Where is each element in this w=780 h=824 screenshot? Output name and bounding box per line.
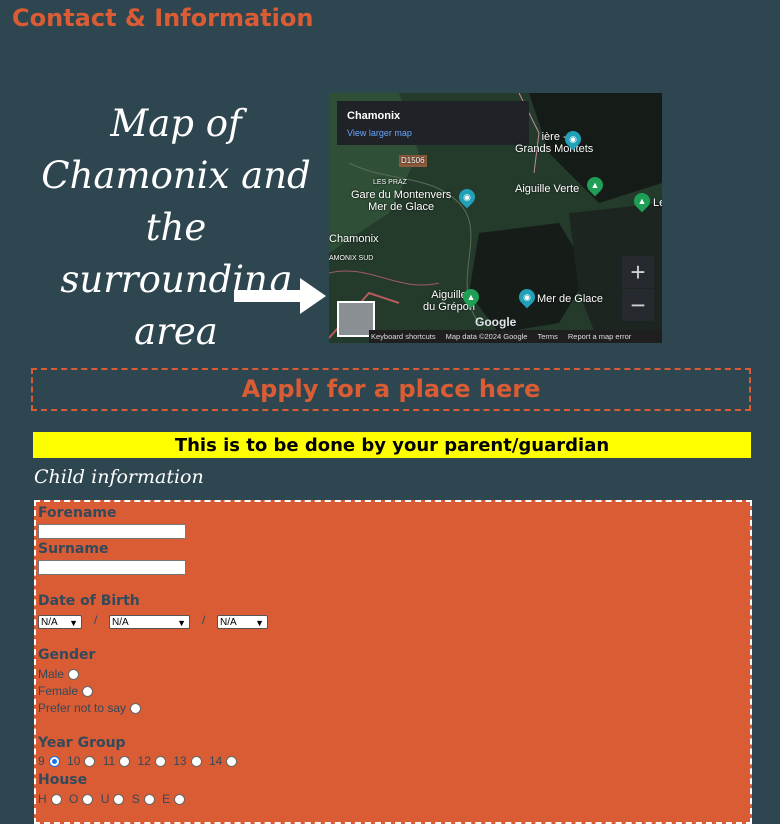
map-pin-aiguille-grepon[interactable]: ▲ xyxy=(459,285,483,309)
map-place-name: Chamonix xyxy=(347,110,401,122)
map-pin-grands-montets[interactable]: ◉ xyxy=(561,127,585,151)
year-group-option-label: 12 xyxy=(137,754,151,768)
radio-button[interactable] xyxy=(84,756,96,768)
house-option-label: U xyxy=(100,792,110,806)
map-label-mer-de-glace: Mer de Glace xyxy=(537,293,604,305)
map-caption: Map of Chamonix and the surrounding area xyxy=(41,102,311,353)
year-group-option[interactable]: 13 xyxy=(173,754,205,768)
year-group-option-label: 13 xyxy=(173,754,187,768)
dob-month-value: N/A xyxy=(112,617,129,628)
house-option-label: O xyxy=(69,792,79,806)
google-logo: Google xyxy=(475,315,517,329)
radio-button[interactable] xyxy=(226,756,238,768)
house-option[interactable]: U xyxy=(101,792,129,806)
gender-option-prefer-not[interactable]: Prefer not to say xyxy=(38,701,145,715)
forename-input[interactable] xyxy=(38,524,186,539)
dob-year-value: N/A xyxy=(220,617,237,628)
year-group-option[interactable]: 14 xyxy=(209,754,241,768)
year-group-option-label: 11 xyxy=(102,754,116,768)
house-option[interactable]: H xyxy=(38,792,66,806)
map-label-les-praz: LES PRAZ xyxy=(373,179,407,186)
gender-option-male[interactable]: Male xyxy=(38,667,83,681)
year-group-option-label: 14 xyxy=(208,754,223,768)
dob-day-select[interactable]: N/A ▼ xyxy=(38,615,82,629)
radio-button[interactable] xyxy=(82,794,94,806)
map-label-chamonix: Chamonix xyxy=(329,233,379,245)
year-group-label: Year Group xyxy=(38,735,126,751)
house-option[interactable]: O xyxy=(69,792,97,806)
year-group-options: 9 10 11 12 13 14 xyxy=(38,754,241,768)
zoom-in-button[interactable]: + xyxy=(622,256,654,288)
year-group-option[interactable]: 11 xyxy=(103,754,134,768)
map-label-le: Le xyxy=(653,197,662,209)
house-option[interactable]: E xyxy=(162,792,189,806)
house-option[interactable]: S xyxy=(132,792,159,806)
radio-button[interactable] xyxy=(143,794,155,806)
radio-button[interactable] xyxy=(68,669,80,681)
radio-button[interactable] xyxy=(113,794,125,806)
view-larger-map-link[interactable]: View larger map xyxy=(347,128,412,138)
dob-year-select[interactable]: N/A ▼ xyxy=(217,615,268,629)
radio-button[interactable] xyxy=(130,703,142,715)
radio-button[interactable] xyxy=(48,756,60,768)
map-pin-aiguille-verte[interactable]: ▲ xyxy=(583,173,607,197)
dob-month-select[interactable]: N/A ▼ xyxy=(109,615,190,629)
date-separator: / xyxy=(202,613,206,627)
radio-button[interactable] xyxy=(154,756,166,768)
map-label-chamonix-sud: AMONIX SUD xyxy=(329,255,374,262)
terms-link[interactable]: Terms xyxy=(537,330,557,343)
page-title: Contact & Information xyxy=(12,4,314,32)
map-pin-montenvers[interactable]: ◉ xyxy=(455,185,479,209)
radio-button[interactable] xyxy=(82,686,94,698)
map-footer: Keyboard shortcuts Map data ©2024 Google… xyxy=(369,330,662,343)
map-data-text: Map data ©2024 Google xyxy=(445,332,528,341)
map-label-grands-montets: ière - Grands Montets xyxy=(515,131,593,155)
gender-option-female[interactable]: Female xyxy=(38,684,97,698)
year-group-option-label: 10 xyxy=(67,754,81,768)
house-option-label: H xyxy=(38,792,47,806)
map-embed[interactable]: Chamonix View larger map D1506 LES PRAZ … xyxy=(329,93,662,343)
chevron-down-icon: ▼ xyxy=(255,618,264,628)
zoom-out-button[interactable]: − xyxy=(622,289,654,321)
map-infobox: Chamonix View larger map xyxy=(337,101,529,145)
dob-day-value: N/A xyxy=(41,617,58,628)
dob-label: Date of Birth xyxy=(38,593,140,609)
gender-option-label: Female xyxy=(38,684,79,698)
date-separator: / xyxy=(94,613,98,627)
map-pin-le[interactable]: ▲ xyxy=(630,189,654,213)
radio-button[interactable] xyxy=(190,756,202,768)
apply-link[interactable]: Apply for a place here xyxy=(31,368,751,411)
house-label: House xyxy=(38,772,88,788)
gender-label: Gender xyxy=(38,647,96,663)
chevron-down-icon: ▼ xyxy=(177,618,186,628)
gender-option-label: Prefer not to say xyxy=(38,701,127,715)
radio-button[interactable] xyxy=(119,756,131,768)
house-option-label: E xyxy=(162,792,171,806)
house-options: H O U S E xyxy=(38,792,189,806)
child-info-heading: Child information xyxy=(34,466,204,488)
radio-button[interactable] xyxy=(50,794,62,806)
map-label-montenvers: Gare du Montenvers Mer de Glace xyxy=(351,189,452,213)
parent-guardian-banner: This is to be done by your parent/guardi… xyxy=(33,432,751,458)
year-group-option[interactable]: 9 xyxy=(38,754,64,768)
year-group-option[interactable]: 12 xyxy=(138,754,170,768)
application-form: Forename Surname Date of Birth N/A ▼ / N/… xyxy=(34,500,752,824)
surname-input[interactable] xyxy=(38,560,186,575)
chevron-down-icon: ▼ xyxy=(69,618,78,628)
map-pin-mer-de-glace[interactable]: ◉ xyxy=(515,285,539,309)
map-road-label: D1506 xyxy=(399,155,427,167)
radio-button[interactable] xyxy=(174,794,186,806)
arrow-right-icon xyxy=(234,278,326,314)
report-error-link[interactable]: Report a map error xyxy=(568,330,631,343)
forename-label: Forename xyxy=(38,505,117,521)
house-option-label: S xyxy=(131,792,140,806)
gender-option-label: Male xyxy=(38,667,65,681)
keyboard-shortcuts-link[interactable]: Keyboard shortcuts xyxy=(371,330,436,343)
year-group-option[interactable]: 10 xyxy=(67,754,99,768)
year-group-option-label: 9 xyxy=(38,754,45,768)
surname-label: Surname xyxy=(38,541,109,557)
map-label-aiguille-verte: Aiguille Verte xyxy=(515,183,580,195)
